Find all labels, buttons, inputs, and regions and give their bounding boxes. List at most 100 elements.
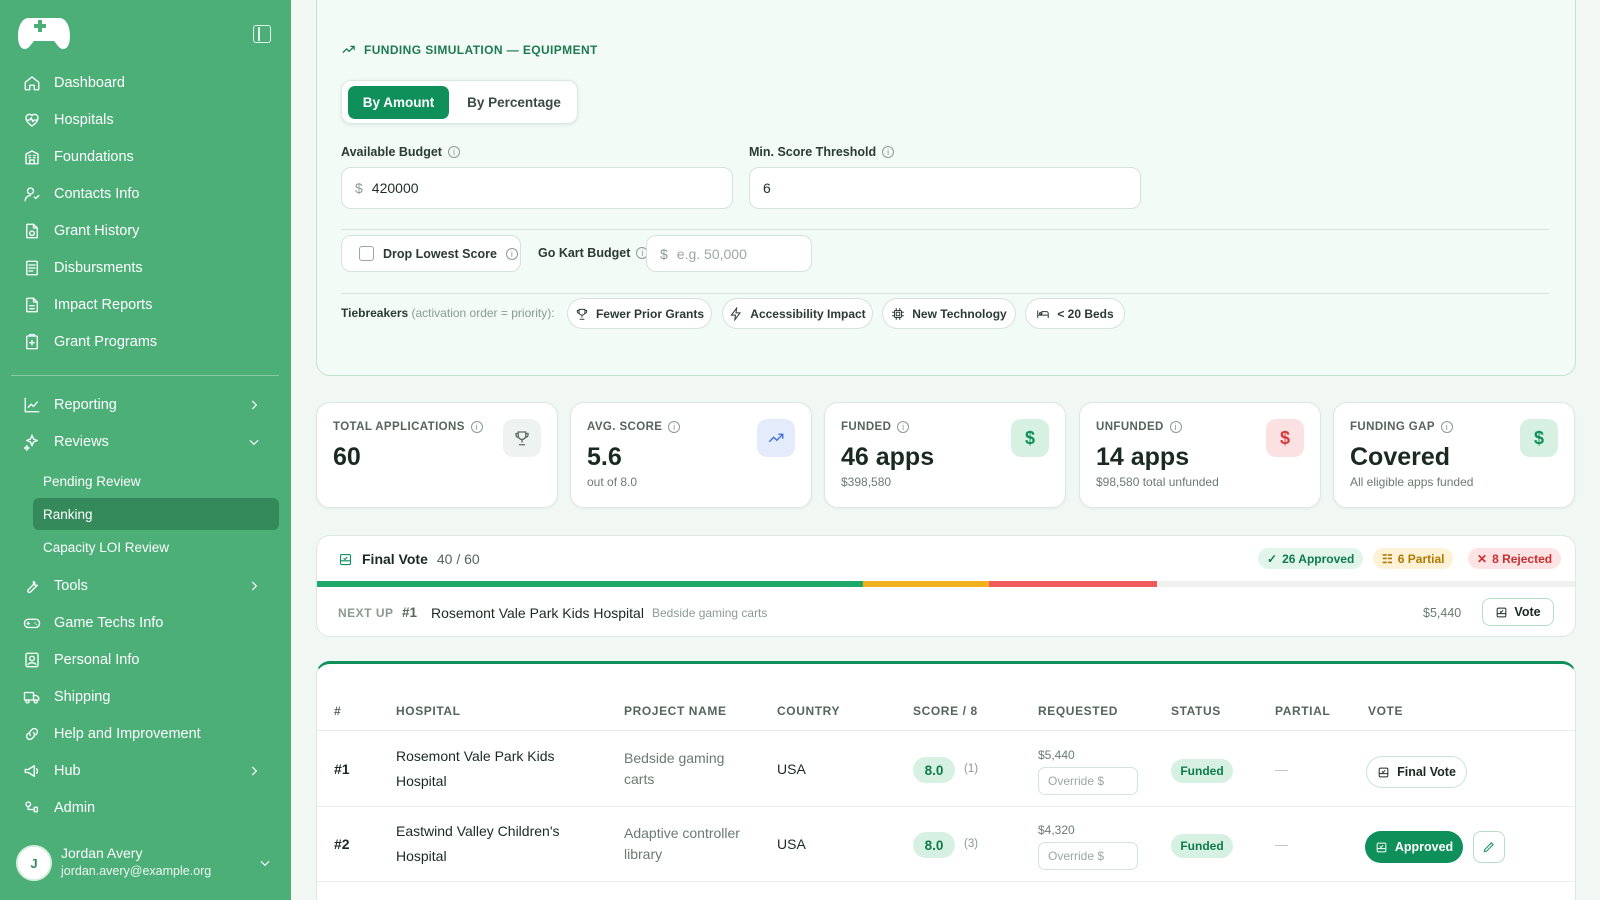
go-kart-budget-input[interactable]: $ e.g. 50,000 (646, 235, 812, 272)
sidebar-item-game-techs[interactable]: Game Techs Info (11, 606, 279, 640)
id-card-icon (23, 651, 41, 669)
sidebar-item-hub[interactable]: Hub (11, 754, 279, 788)
tiebreaker-under-20-beds[interactable]: < 20 Beds (1025, 298, 1125, 329)
next-up-amount: $5,440 (1423, 606, 1462, 620)
sidebar-item-tools[interactable]: Tools (11, 569, 279, 603)
stat-value: 14 apps (1096, 443, 1190, 471)
sidebar-subitem-pending-review[interactable]: Pending Review (33, 465, 279, 497)
sidebar-item-label: Admin (54, 800, 96, 816)
dollar-icon: $ (1520, 419, 1558, 457)
progress-rejected-segment (989, 581, 1157, 587)
stat-avg-score: AVG. SCORE i 5.6 out of 8.0 (570, 402, 812, 508)
row-hospital-line: Rosemont Vale Park Kids (396, 748, 555, 764)
override-input[interactable]: Override $ (1038, 767, 1138, 795)
vote-progress-bar (317, 581, 1575, 587)
column-header-requested[interactable]: REQUESTED (1038, 704, 1118, 718)
row-country: USA (777, 761, 806, 777)
row-project-line: Adaptive controller (624, 825, 740, 841)
tiebreaker-new-technology[interactable]: New Technology (882, 298, 1016, 329)
stat-unfunded: UNFUNDED i 14 apps $98,580 total unfunded… (1079, 402, 1321, 508)
tiebreaker-fewer-prior-grants[interactable]: Fewer Prior Grants (567, 298, 712, 329)
sidebar-item-dashboard[interactable]: Dashboard (11, 66, 279, 100)
row-project: Bedside gaming carts (624, 748, 724, 790)
override-input[interactable]: Override $ (1038, 842, 1138, 870)
sidebar-item-grant-history[interactable]: Grant History (11, 214, 279, 248)
mode-by-percentage-button[interactable]: By Percentage (454, 86, 574, 119)
info-icon[interactable]: i (447, 146, 460, 158)
sidebar-item-shipping[interactable]: Shipping (11, 680, 279, 714)
trend-up-icon (757, 419, 795, 457)
sidebar-item-impact-reports[interactable]: Impact Reports (11, 288, 279, 322)
go-kart-budget-label: Go Kart Budget i (538, 246, 649, 260)
stat-sub: out of 8.0 (587, 475, 638, 489)
sidebar-item-personal-info[interactable]: Personal Info (11, 643, 279, 677)
rejected-badge-text: 8 Rejected (1492, 551, 1553, 566)
stat-label: FUNDED i (841, 421, 910, 433)
divider (341, 229, 1549, 230)
tiebreakers-hint: (activation order = priority): (411, 306, 555, 320)
sidebar-item-disbursments[interactable]: Disbursments (11, 251, 279, 285)
sidebar-collapse-icon[interactable] (253, 25, 271, 43)
tiebreaker-accessibility-impact[interactable]: Accessibility Impact (722, 298, 873, 329)
stat-value: Covered (1350, 443, 1451, 471)
min-score-input[interactable]: 6 (749, 167, 1141, 209)
final-vote-button[interactable]: Final Vote (1366, 756, 1467, 788)
pencil-icon (1483, 842, 1494, 853)
column-header-score[interactable]: SCORE / 8 (913, 704, 978, 718)
simulation-title-text: FUNDING SIMULATION — EQUIPMENT (364, 42, 598, 57)
sidebar-item-grant-programs[interactable]: Grant Programs (11, 325, 279, 359)
report-icon (23, 296, 41, 314)
sidebar-subitem-ranking[interactable]: Ranking (33, 498, 279, 530)
row-score: 8.0 (913, 832, 955, 858)
progress-partial-segment (863, 581, 989, 587)
sidebar-item-foundations[interactable]: Foundations (11, 140, 279, 174)
drop-lowest-score-checkbox[interactable]: Drop Lowest Score i (341, 235, 521, 272)
final-vote-title: Final Vote 40 / 60 (338, 551, 480, 567)
tiebreakers-label: Tiebreakers (activation order = priority… (341, 306, 555, 320)
currency-symbol: $ (660, 245, 668, 262)
info-icon[interactable]: i (1169, 421, 1182, 433)
document-list-icon (23, 259, 41, 277)
column-header-project[interactable]: PROJECT NAME (624, 704, 727, 718)
stat-funded: FUNDED i 46 apps $398,580 $ (824, 402, 1066, 508)
gamepad-icon[interactable] (17, 15, 71, 51)
column-header-status[interactable]: STATUS (1171, 704, 1221, 718)
sidebar-item-reviews[interactable]: Reviews (11, 425, 279, 459)
column-header-country[interactable]: COUNTRY (777, 704, 840, 718)
sidebar-item-hospitals[interactable]: Hospitals (11, 103, 279, 137)
row-project: Adaptive controller library (624, 823, 740, 865)
info-icon[interactable]: i (1440, 421, 1453, 433)
sidebar-item-help[interactable]: Help and Improvement (11, 717, 279, 751)
info-icon[interactable]: i (505, 247, 518, 260)
vote-button[interactable]: Vote (1482, 598, 1554, 626)
available-budget-input[interactable]: $ 420000 (341, 167, 733, 209)
next-up-rank: #1 (402, 605, 418, 620)
info-icon[interactable]: i (470, 421, 483, 433)
next-up-hospital: Rosemont Vale Park Kids Hospital (431, 605, 644, 621)
info-icon[interactable]: i (668, 421, 681, 433)
clipboard-icon (23, 333, 41, 351)
sidebar-subitem-capacity-loi-review[interactable]: Capacity LOI Review (33, 531, 279, 563)
sidebar-item-reporting[interactable]: Reporting (11, 388, 279, 422)
column-header-hospital[interactable]: HOSPITAL (396, 704, 461, 718)
sidebar-item-admin[interactable]: Admin (11, 791, 279, 825)
approved-vote-button[interactable]: Approved (1365, 831, 1463, 863)
row-project-line: carts (624, 771, 655, 787)
sidebar-item-contacts[interactable]: Contacts Info (11, 177, 279, 211)
edit-vote-button[interactable] (1473, 831, 1505, 863)
column-header-vote[interactable]: VOTE (1368, 704, 1403, 718)
column-header-rank[interactable]: # (334, 704, 341, 718)
stat-value: 5.6 (587, 443, 622, 471)
info-icon[interactable]: i (882, 146, 895, 158)
status-badge: Funded (1171, 759, 1233, 783)
drop-lowest-score-label: Drop Lowest Score (383, 246, 497, 261)
chevron-right-icon (247, 764, 261, 778)
row-partial: — (1275, 762, 1288, 777)
sidebar-item-label: Help and Improvement (54, 726, 201, 742)
checkbox-icon[interactable] (359, 246, 374, 261)
building-icon (23, 148, 41, 166)
column-header-partial[interactable]: PARTIAL (1275, 704, 1330, 718)
info-icon[interactable]: i (897, 421, 910, 433)
mode-by-amount-button[interactable]: By Amount (348, 86, 449, 119)
user-menu[interactable]: J Jordan Avery jordan.avery@example.org (16, 843, 278, 883)
